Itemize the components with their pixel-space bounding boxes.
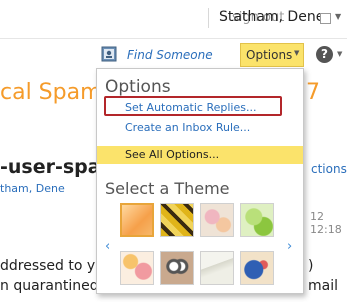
divider — [0, 38, 347, 39]
options-button[interactable]: Options ▼ — [240, 43, 304, 67]
page-title-fragment: 7 — [306, 80, 320, 105]
theme-bird[interactable] — [240, 251, 274, 285]
address-book-icon[interactable] — [100, 46, 120, 62]
theme-flowers-2[interactable] — [120, 251, 154, 285]
theme-orange[interactable] — [120, 203, 154, 237]
user-name[interactable]: Statham, Dene — [219, 9, 324, 25]
theme-paper[interactable] — [200, 251, 234, 285]
dropdown-title: Options — [105, 77, 171, 97]
help-icon[interactable]: ? — [316, 46, 333, 63]
message-body-line: n quarantined — [0, 278, 99, 294]
chevron-down-icon: ▼ — [294, 49, 300, 57]
see-all-options-label: See All Options... — [125, 148, 220, 161]
message-body-line: mail — [308, 278, 338, 294]
theme-flowers[interactable] — [200, 203, 234, 237]
top-bar: sign out Statham, Dene ▼ — [0, 0, 347, 38]
theme-bees[interactable] — [160, 203, 194, 237]
options-button-label: Options — [246, 48, 293, 62]
message-body-line: ) — [308, 258, 314, 274]
find-someone-link[interactable]: Find Someone — [127, 48, 213, 62]
sender-name[interactable]: tham, Dene — [0, 182, 65, 195]
divider — [208, 8, 209, 28]
actions-link[interactable]: ctions — [311, 162, 347, 176]
chevron-down-icon[interactable]: ▼ — [337, 50, 342, 58]
theme-section-title: Select a Theme — [105, 179, 230, 198]
message-body-line: ddressed to y — [0, 258, 96, 274]
set-automatic-replies-item[interactable]: Set Automatic Replies... — [125, 101, 256, 114]
presence-icon[interactable] — [320, 13, 331, 24]
options-dropdown: Options Set Automatic Replies... Create … — [96, 68, 304, 294]
chevron-right-icon[interactable]: › — [287, 239, 292, 254]
theme-green-leaves[interactable] — [240, 203, 274, 237]
see-all-options-item[interactable]: See All Options... — [97, 146, 303, 164]
theme-robot[interactable] — [160, 251, 194, 285]
message-date: 12 12:18 — [310, 210, 342, 236]
chevron-down-icon[interactable]: ▼ — [335, 12, 341, 21]
page-title: cal Spam — [0, 80, 102, 105]
create-inbox-rule-item[interactable]: Create an Inbox Rule... — [125, 121, 250, 134]
chevron-left-icon[interactable]: ‹ — [105, 239, 110, 254]
